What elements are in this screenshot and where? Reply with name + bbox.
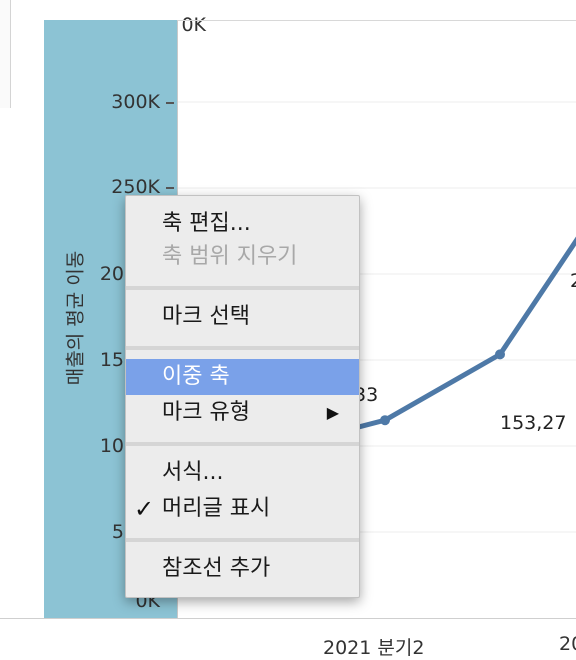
x-tick-next: 20 xyxy=(559,633,576,655)
menu-item-show-header[interactable]: ✓ 머리글 표시 xyxy=(126,491,359,527)
data-label-point-3: 2 xyxy=(570,270,576,292)
data-label-point-2: 153,27 xyxy=(500,412,567,434)
menu-item-add-reference-line[interactable]: 참조선 추가 xyxy=(126,551,359,587)
menu-item-clear-axis-range: 축 범위 지우기 xyxy=(162,244,298,269)
menu-item-edit-axis[interactable]: 축 편집... xyxy=(126,206,359,242)
checkmark-icon: ✓ xyxy=(134,495,155,523)
menu-item-mark-type[interactable]: 마크 유형 ▶ xyxy=(126,395,359,431)
data-point xyxy=(495,349,505,360)
menu-item-mark-type-label: 마크 유형 xyxy=(162,400,250,425)
menu-separator xyxy=(126,442,359,446)
menu-item-show-header-label: 머리글 표시 xyxy=(162,496,271,521)
menu-separator xyxy=(126,286,359,290)
menu-separator xyxy=(126,346,359,350)
menu-item-dual-axis[interactable]: 이중 축 xyxy=(126,359,359,395)
submenu-arrow-icon: ▶ xyxy=(326,403,339,422)
menu-item-format[interactable]: 서식... xyxy=(126,455,359,491)
x-axis-header[interactable]: 2021 분기2 20 xyxy=(177,619,576,659)
context-menu: 축 편집... 축 범위 지우기 마크 선택 이중 축 마크 유형 ▶ 서식..… xyxy=(125,195,360,598)
data-point xyxy=(380,415,390,426)
menu-item-select-marks[interactable]: 마크 선택 xyxy=(126,299,359,335)
x-tick-2021-q2: 2021 분기2 xyxy=(323,637,425,659)
menu-separator xyxy=(126,538,359,542)
